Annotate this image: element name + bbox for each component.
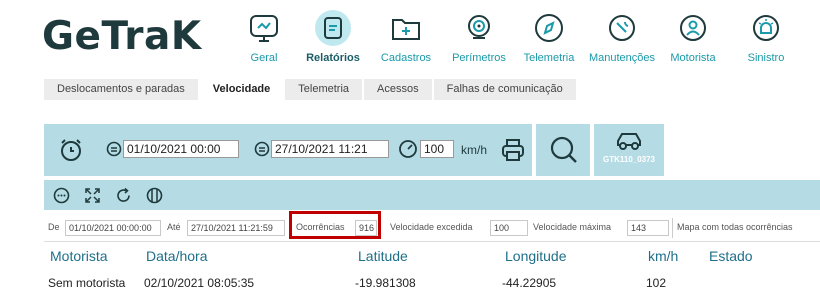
start-datetime-input[interactable] xyxy=(123,140,239,158)
cell-datahora: 02/10/2021 08:05:35 xyxy=(144,276,255,290)
vel-excedida-label: Velocidade excedida xyxy=(390,222,473,232)
divider xyxy=(672,218,673,238)
map-pin-icon xyxy=(468,15,490,39)
report-screen: { "logo": {"text": "GeTraK"}, "nav": { "… xyxy=(0,0,820,292)
ate-label: Até xyxy=(167,222,181,232)
nav-label: Relatórios xyxy=(306,52,360,64)
table-row[interactable]: Sem motorista 02/10/2021 08:05:35 -19.98… xyxy=(44,272,820,292)
filter-summary: De Até Ocorrências Velocidade excedida V… xyxy=(44,211,820,242)
wrench-icon xyxy=(609,15,635,41)
col-estado[interactable]: Estado xyxy=(709,248,753,264)
end-datetime-input[interactable] xyxy=(271,140,389,158)
nav-label: Sinistro xyxy=(747,52,785,64)
compass-icon xyxy=(535,14,563,42)
nav-label: Perímetros xyxy=(452,52,506,64)
car-icon xyxy=(617,133,641,150)
col-kmh[interactable]: km/h xyxy=(648,248,678,264)
nav-label: Motorista xyxy=(670,52,716,64)
nav-label: Manutenções xyxy=(588,52,656,64)
ate-field[interactable] xyxy=(187,220,285,236)
nav-item-cadastros[interactable]: Cadastros xyxy=(380,12,432,64)
ocorrencias-label: Ocorrências xyxy=(296,222,345,232)
vehicle-plate: GTK110_0373 xyxy=(602,155,656,164)
speedometer-icon xyxy=(399,140,417,158)
nav-item-motorista[interactable]: Motorista xyxy=(668,12,718,64)
de-label: De xyxy=(48,222,60,232)
folder-plus-icon xyxy=(392,19,420,40)
ocorrencias-field[interactable] xyxy=(355,220,377,236)
columns-icon[interactable] xyxy=(146,187,163,204)
vel-maxima-field[interactable] xyxy=(627,220,669,236)
de-field[interactable] xyxy=(65,220,161,236)
cell-motorista: Sem motorista xyxy=(48,276,126,290)
cell-kmh: 102 xyxy=(646,276,667,290)
tab-falhas[interactable]: Falhas de comunicação xyxy=(433,79,576,100)
col-longitude[interactable]: Longitude xyxy=(505,248,567,264)
mapa-link[interactable]: Mapa com todas ocorrências xyxy=(677,222,793,232)
nav-item-perimetros[interactable]: Perímetros xyxy=(451,12,507,64)
app-logo: GeTraK xyxy=(42,14,202,59)
tab-velocidade[interactable]: Velocidade xyxy=(199,79,284,100)
calendar-start-icon xyxy=(106,141,122,157)
calendar-end-icon xyxy=(254,141,270,157)
table-header: Motorista Data/hora Latitude Longitude k… xyxy=(44,244,820,266)
report-icon xyxy=(315,10,351,46)
nav-item-telemetria[interactable]: Telemetria xyxy=(522,12,576,64)
alarm-icon xyxy=(753,15,779,41)
tab-deslocamentos[interactable]: Deslocamentos e paradas xyxy=(44,79,198,100)
nav-item-relatorios[interactable]: Relatórios xyxy=(304,10,362,64)
nav-item-sinistro[interactable]: Sinistro xyxy=(744,12,788,64)
print-icon[interactable] xyxy=(500,137,526,163)
refresh-icon[interactable] xyxy=(115,187,132,204)
vehicle-selector[interactable]: GTK110_0373 xyxy=(594,124,664,176)
speed-input[interactable] xyxy=(420,140,454,158)
report-params-panel: km/h xyxy=(44,124,532,176)
search-button[interactable] xyxy=(536,124,590,176)
result-toolbar xyxy=(44,180,820,210)
expand-icon[interactable] xyxy=(84,187,101,204)
report-tabs: Deslocamentos e paradas Velocidade Telem… xyxy=(44,79,578,100)
vel-excedida-field[interactable] xyxy=(490,220,528,236)
col-latitude[interactable]: Latitude xyxy=(358,248,408,264)
search-icon xyxy=(550,136,577,163)
alarm-clock-icon xyxy=(61,139,81,161)
cell-latitude: -19.981308 xyxy=(355,276,416,290)
monitor-chart-icon xyxy=(250,15,278,42)
cell-longitude: -44.22905 xyxy=(502,276,557,290)
nav-label: Cadastros xyxy=(380,52,432,64)
col-motorista[interactable]: Motorista xyxy=(50,248,108,264)
speed-unit-label: km/h xyxy=(461,143,488,157)
more-options-icon[interactable] xyxy=(53,187,70,204)
col-datahora[interactable]: Data/hora xyxy=(146,248,207,264)
vel-maxima-label: Velocidade máxima xyxy=(533,222,612,232)
nav-label: Geral xyxy=(250,52,278,64)
driver-icon xyxy=(680,15,706,41)
nav-item-manutencoes[interactable]: Manutenções xyxy=(586,12,658,64)
nav-label: Telemetria xyxy=(523,52,575,64)
nav-item-geral[interactable]: Geral xyxy=(246,12,282,64)
tab-acessos[interactable]: Acessos xyxy=(364,79,432,100)
tab-telemetria[interactable]: Telemetria xyxy=(285,79,363,100)
